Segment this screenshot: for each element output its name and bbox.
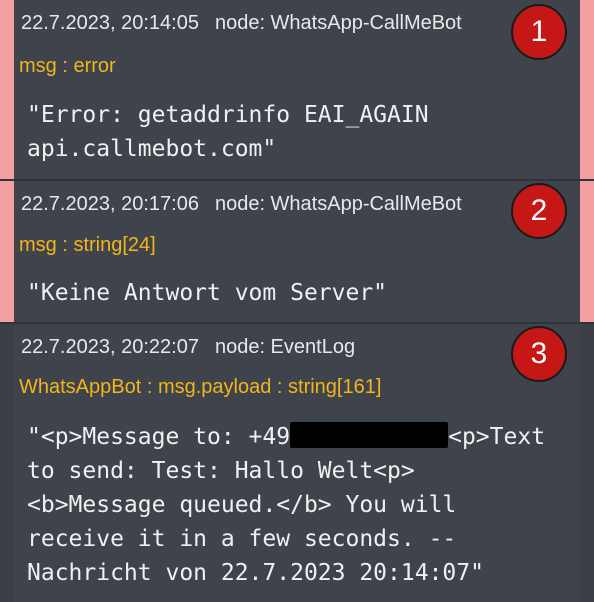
number-badge-2: 2 bbox=[511, 183, 567, 239]
number-badge-1: 1 bbox=[511, 4, 567, 60]
payload-line: "Keine Antwort vom Server" bbox=[27, 280, 388, 306]
debug-message-2[interactable]: 22.7.2023, 20:17:06 node: WhatsApp-CallMe… bbox=[0, 181, 594, 323]
message-payload[interactable]: "Keine Antwort vom Server" bbox=[27, 276, 387, 310]
message-timestamp: 22.7.2023, 20:17:06 bbox=[21, 193, 199, 215]
message-topic: msg : error bbox=[19, 55, 116, 77]
payload-line: to send: Test: Hallo Welt<p> bbox=[27, 458, 415, 484]
message-node-link[interactable]: node: WhatsApp-CallMeBot bbox=[215, 12, 462, 34]
redacted-phone-number bbox=[290, 422, 449, 448]
payload-line: receive it in a few seconds. -- bbox=[27, 526, 457, 552]
message-timestamp: 22.7.2023, 20:14:05 bbox=[21, 12, 199, 34]
payload-line: Nachricht von 22.7.2023 20:14:07" bbox=[27, 560, 484, 586]
debug-message-3[interactable]: 22.7.2023, 20:22:07 node: EventLog WhatsA… bbox=[0, 324, 594, 602]
message-topic: msg : string[24] bbox=[19, 234, 156, 256]
message-meta: 22.7.2023, 20:22:07 node: EventLog bbox=[21, 336, 355, 359]
message-meta: 22.7.2023, 20:14:05 node: WhatsApp-CallMe… bbox=[21, 12, 462, 35]
number-badge-3: 3 bbox=[511, 326, 567, 382]
message-meta: 22.7.2023, 20:17:06 node: WhatsApp-CallMe… bbox=[21, 193, 462, 216]
payload-line: "Error: getaddrinfo EAI_AGAIN bbox=[27, 102, 429, 128]
message-timestamp: 22.7.2023, 20:22:07 bbox=[21, 336, 199, 358]
payload-line: <p>Text bbox=[448, 424, 546, 450]
payload-line: <b>Message queued.</b> You will bbox=[27, 492, 457, 518]
payload-line: api.callmebot.com" bbox=[27, 136, 277, 162]
message-payload[interactable]: "<p>Message to: +49 <p>Text to send: Test… bbox=[27, 420, 545, 590]
payload-line: "<p>Message to: +49 bbox=[27, 424, 291, 450]
message-node-link[interactable]: node: EventLog bbox=[215, 336, 355, 358]
message-node-link[interactable]: node: WhatsApp-CallMeBot bbox=[215, 193, 462, 215]
message-topic: WhatsAppBot : msg.payload : string[161] bbox=[19, 376, 382, 398]
debug-message-1[interactable]: 22.7.2023, 20:14:05 node: WhatsApp-CallMe… bbox=[0, 0, 594, 180]
message-payload[interactable]: "Error: getaddrinfo EAI_AGAIN api.callme… bbox=[27, 98, 429, 166]
